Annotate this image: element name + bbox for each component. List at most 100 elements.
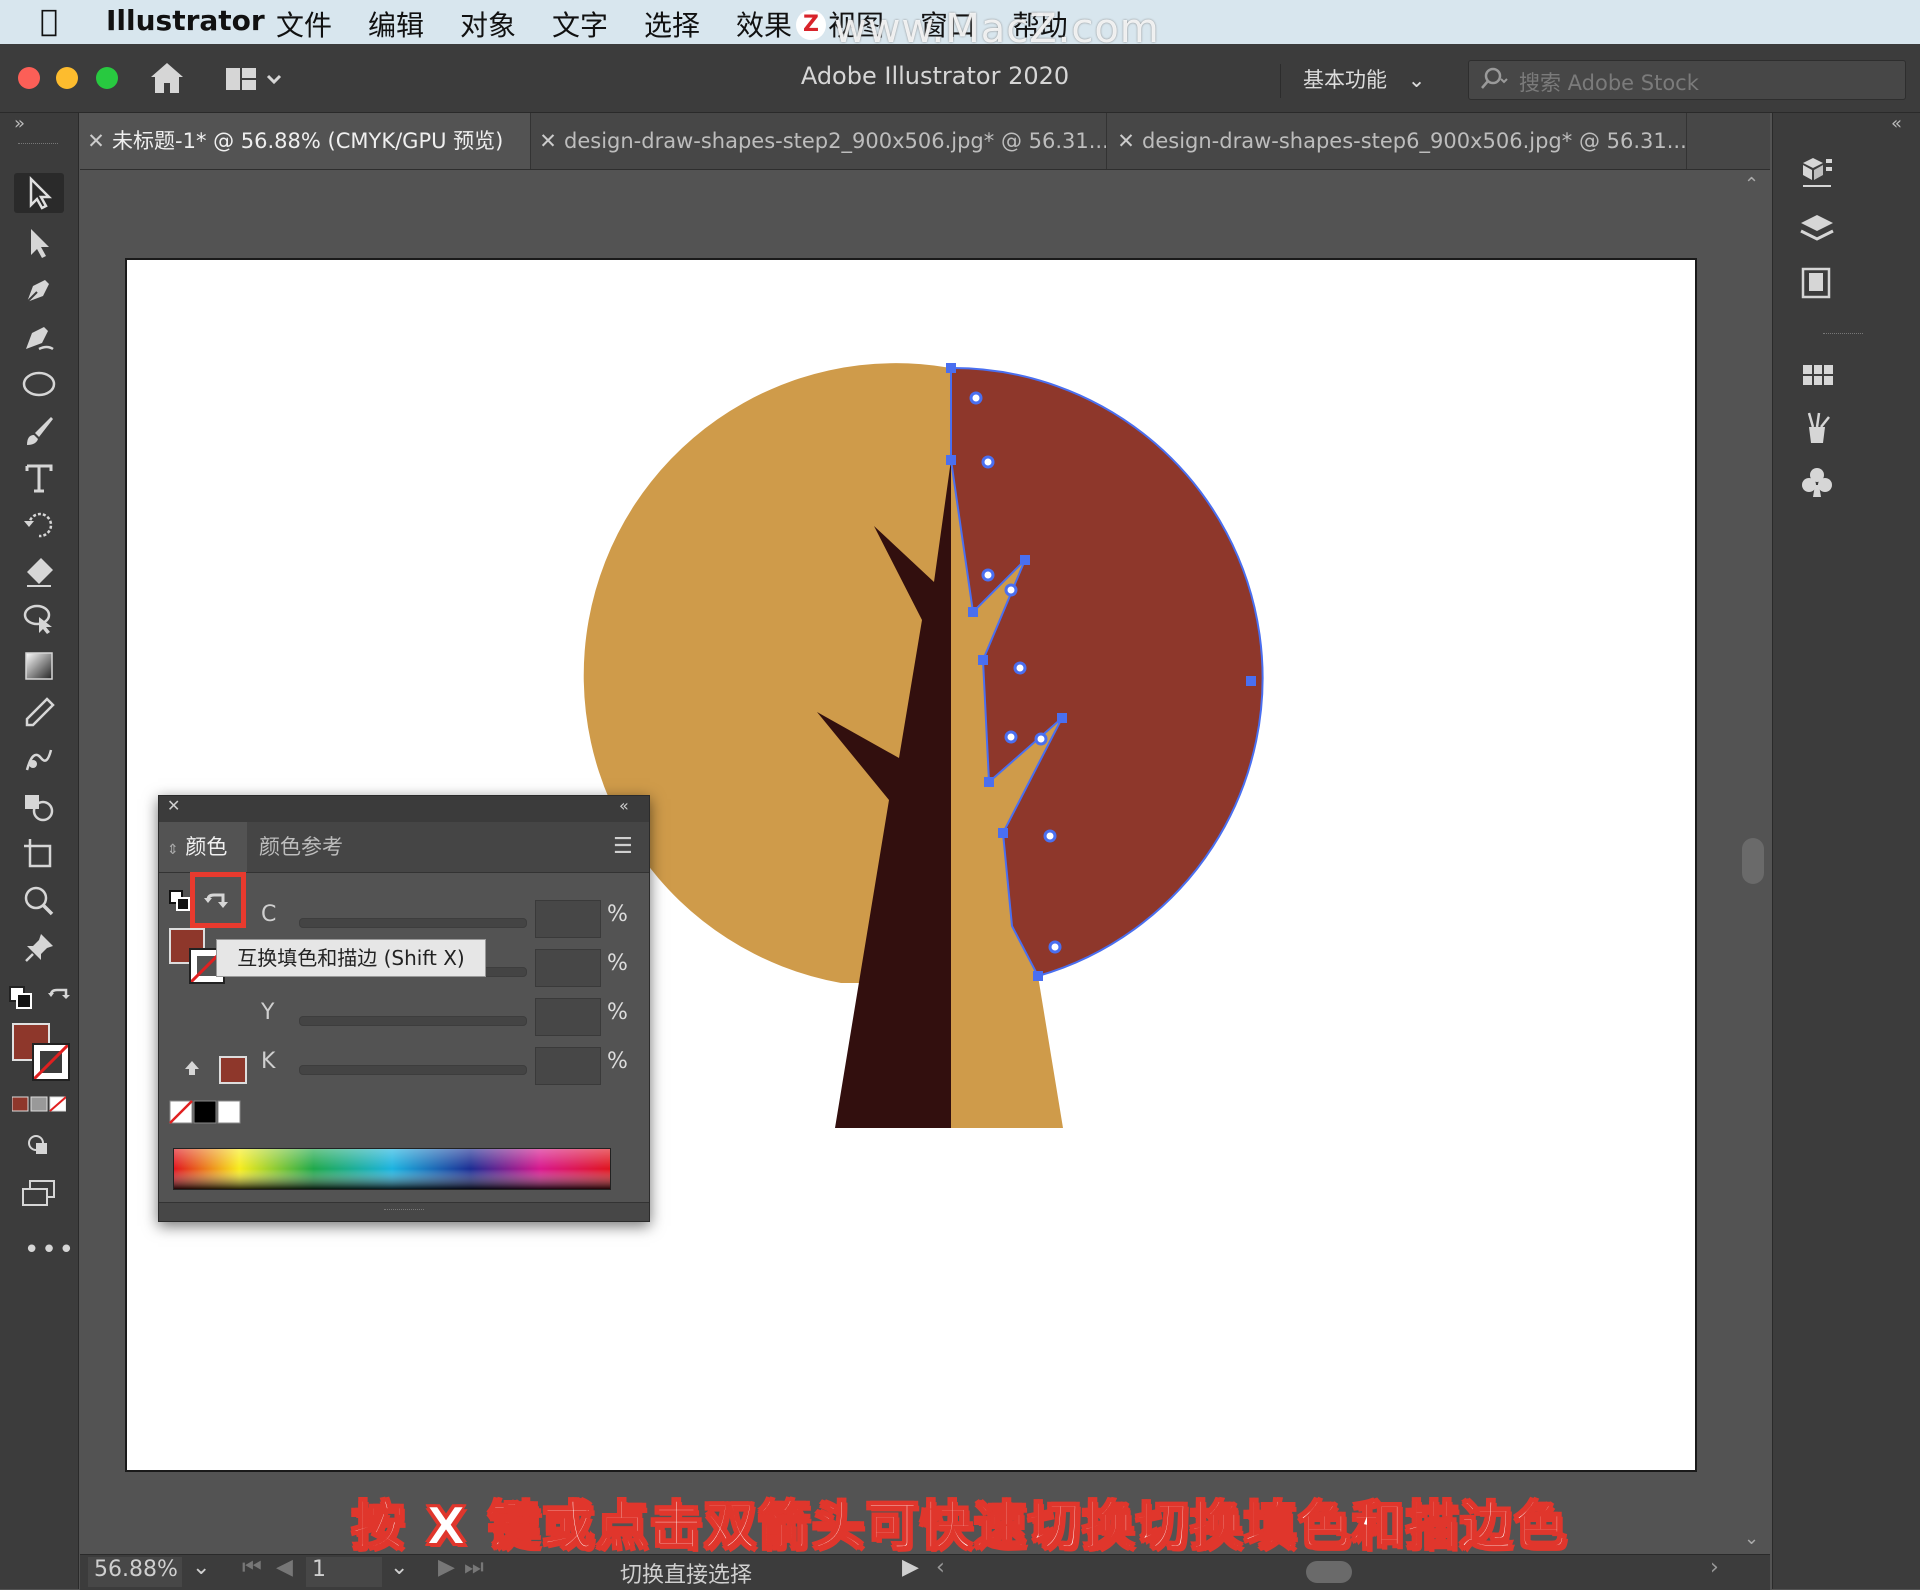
tab-untitled-1[interactable]: ✕ 未标题-1* @ 56.88% (CMYK/GPU 预览) — [80, 113, 531, 169]
yellow-slider[interactable] — [299, 1016, 527, 1026]
black-value-field[interactable] — [535, 1047, 601, 1085]
curvature-tool-icon[interactable] — [14, 317, 64, 357]
minimize-window-button[interactable] — [56, 67, 78, 89]
magenta-value-field[interactable] — [535, 949, 601, 987]
collapse-panel-icon[interactable]: « — [619, 796, 629, 815]
paintbrush-tool-icon[interactable] — [14, 411, 64, 451]
eraser-tool-icon[interactable] — [14, 552, 64, 592]
first-artboard-icon[interactable]: ⏮ — [242, 1555, 262, 1580]
corner-widget[interactable] — [1004, 583, 1018, 597]
expand-toolbar-icon[interactable]: » — [14, 113, 25, 134]
none-black-white-swatches[interactable] — [169, 1100, 241, 1124]
anchor-point[interactable] — [968, 607, 978, 617]
status-menu-icon[interactable]: ▶ — [902, 1555, 919, 1580]
swap-fill-stroke-icon[interactable] — [46, 985, 74, 1013]
panel-menu-icon[interactable]: ☰ — [613, 834, 633, 859]
previous-artboard-icon[interactable]: ◀ — [276, 1555, 293, 1580]
corner-widget[interactable] — [981, 568, 995, 582]
tab-design-step2[interactable]: ✕ design-draw-shapes-step2_900x506.jpg* @… — [532, 113, 1107, 169]
pin-icon[interactable] — [14, 928, 64, 968]
tab-color[interactable]: ⇕ 颜色 — [159, 822, 247, 872]
menu-file[interactable]: 文件 — [276, 4, 332, 44]
tab-color-guide[interactable]: 颜色参考 — [259, 822, 379, 872]
arrange-documents-icon[interactable] — [224, 62, 288, 98]
horizontal-scrollbar-thumb[interactable] — [1306, 1561, 1352, 1583]
menu-select[interactable]: 选择 — [644, 4, 700, 44]
color-spectrum[interactable] — [173, 1148, 611, 1190]
layers-icon[interactable] — [1797, 209, 1841, 253]
scroll-up-icon[interactable]: ⌃ — [1744, 174, 1759, 195]
properties-icon[interactable] — [1797, 153, 1841, 197]
home-icon[interactable] — [148, 60, 188, 100]
brushes-icon[interactable] — [1797, 409, 1841, 453]
close-icon[interactable]: ✕ — [80, 113, 112, 169]
current-color-swatch[interactable] — [219, 1056, 247, 1084]
menu-type[interactable]: 文字 — [552, 4, 608, 44]
corner-widget[interactable] — [1004, 730, 1018, 744]
next-artboard-icon[interactable]: ▶ — [438, 1555, 455, 1580]
chevron-down-icon[interactable]: ⌄ — [390, 1555, 408, 1580]
close-window-button[interactable] — [18, 67, 40, 89]
anchor-point[interactable] — [946, 363, 956, 373]
pen-tool-icon[interactable] — [14, 270, 64, 310]
scroll-right-icon[interactable]: › — [1710, 1555, 1719, 1580]
fill-stroke-swatches[interactable] — [12, 1023, 72, 1081]
corner-widget[interactable] — [1013, 661, 1027, 675]
eyedropper-tool-icon[interactable] — [14, 693, 64, 733]
close-icon[interactable]: ✕ — [1110, 113, 1142, 169]
scrollbar-thumb[interactable] — [1742, 838, 1764, 884]
last-artboard-icon[interactable]: ⏭ — [464, 1555, 484, 1580]
blend-tool-icon[interactable] — [14, 740, 64, 780]
close-icon[interactable]: ✕ — [167, 796, 180, 815]
gradient-tool-icon[interactable] — [14, 646, 64, 686]
stroke-swatch[interactable] — [32, 1043, 70, 1081]
corner-widget[interactable] — [969, 391, 983, 405]
resize-handle[interactable] — [384, 1209, 424, 1214]
anchor-point[interactable] — [984, 777, 994, 787]
out-of-gamut-icon[interactable] — [181, 1058, 205, 1082]
rotate-tool-icon[interactable] — [14, 505, 64, 545]
color-mode-buttons[interactable] — [11, 1095, 67, 1113]
anchor-point[interactable] — [1246, 676, 1256, 686]
yellow-value-field[interactable] — [535, 998, 601, 1036]
panel-header[interactable]: ✕ « — [159, 796, 649, 822]
screen-mode-icon[interactable] — [20, 1179, 60, 1209]
chevron-down-icon[interactable]: ⌄ — [192, 1555, 210, 1580]
drawing-mode-icon[interactable] — [26, 1133, 54, 1161]
corner-widget[interactable] — [981, 455, 995, 469]
anchor-point[interactable] — [1033, 971, 1043, 981]
default-fill-stroke-icon[interactable] — [8, 985, 36, 1013]
zoom-tool-icon[interactable] — [14, 881, 64, 921]
anchor-point[interactable] — [1057, 713, 1067, 723]
more-tools-icon[interactable]: ••• — [24, 1235, 76, 1265]
apple-icon[interactable]:  — [40, 4, 58, 39]
corner-widget[interactable] — [1043, 829, 1057, 843]
corner-widget[interactable] — [1048, 940, 1062, 954]
puppet-warp-tool-icon[interactable] — [14, 599, 64, 639]
anchor-point[interactable] — [1020, 555, 1030, 565]
workspace-switcher[interactable]: 基本功能 ⌄ — [1280, 64, 1455, 98]
zoom-window-button[interactable] — [96, 67, 118, 89]
ellipse-tool-icon[interactable] — [14, 364, 64, 404]
artboard-tool-icon[interactable] — [14, 834, 64, 874]
artboard-number-field[interactable]: 1 — [306, 1557, 382, 1587]
direct-selection-tool-icon[interactable] — [14, 223, 64, 263]
selection-tool-icon[interactable] — [14, 173, 64, 213]
zoom-field[interactable]: 56.88% — [88, 1557, 182, 1587]
cyan-slider[interactable] — [299, 918, 527, 928]
close-icon[interactable]: ✕ — [532, 113, 564, 169]
panel-group-grip[interactable] — [1823, 333, 1863, 337]
corner-widget[interactable] — [1034, 732, 1048, 746]
menu-effect[interactable]: 效果 — [736, 4, 792, 44]
vertical-scrollbar[interactable]: ⌃ ⌄ — [1738, 170, 1770, 1554]
tab-design-step6[interactable]: ✕ design-draw-shapes-step6_900x506.jpg* @… — [1110, 113, 1687, 169]
anchor-point[interactable] — [978, 655, 988, 665]
stock-search-field[interactable]: 搜索 Adobe Stock — [1468, 60, 1906, 100]
menu-edit[interactable]: 编辑 — [368, 4, 424, 44]
collapse-dock-icon[interactable]: « — [1891, 113, 1902, 134]
cyan-value-field[interactable] — [535, 900, 601, 938]
libraries-icon[interactable] — [1797, 263, 1841, 307]
toolbar-grip[interactable] — [18, 143, 58, 147]
app-menu[interactable]: Illustrator — [106, 4, 265, 37]
scroll-left-icon[interactable]: ‹ — [936, 1555, 945, 1580]
